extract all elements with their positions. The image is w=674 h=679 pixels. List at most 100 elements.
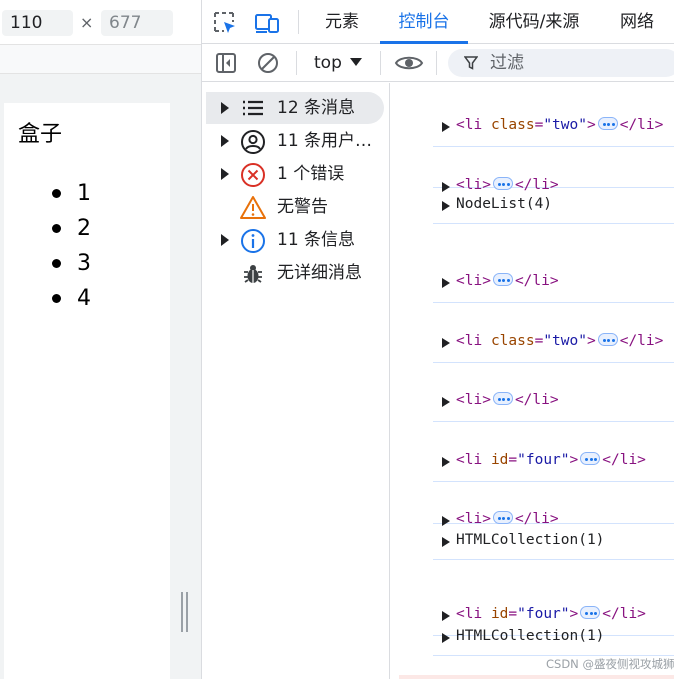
console-entry[interactable]: <li id="four"> </li> <box>433 430 674 482</box>
tag-close-bracket: > <box>586 333 596 349</box>
expand-arrow-icon[interactable] <box>442 278 450 288</box>
tag-open: <li <box>456 273 483 289</box>
console-entry-text: HTMLCollection(1) <box>456 532 605 548</box>
expand-arrow-icon[interactable] <box>221 135 229 147</box>
expand-arrow-icon[interactable] <box>442 457 450 467</box>
sidebar-item[interactable]: 11 条信息 <box>202 224 390 256</box>
sidebar-item-label: 11 条用户… <box>277 131 373 151</box>
tab-sources[interactable]: 源代码/来源 <box>480 0 588 44</box>
toolbar-divider <box>436 51 437 75</box>
console-entry-text: NodeList(4) <box>456 196 553 212</box>
sidebar-toggle-icon[interactable] <box>214 51 238 75</box>
bullet-icon <box>52 259 61 268</box>
sidebar-item[interactable]: 12 条消息 <box>202 92 390 124</box>
console-entry-code: NodeList(4) <box>456 196 552 212</box>
watermark: CSDN @盛夜侧视攻城狮 <box>546 657 674 671</box>
chevron-down-icon <box>350 58 362 66</box>
tag-end: </li> <box>514 392 559 408</box>
console-filter-input[interactable]: 过滤 <box>448 49 674 77</box>
ellipsis-icon[interactable] <box>580 606 601 619</box>
tag-open: <li <box>456 392 483 408</box>
console-entry-code: <li> </li> <box>456 273 559 289</box>
expand-arrow-icon[interactable] <box>442 201 450 211</box>
attribute-value: "two" <box>543 333 587 349</box>
expand-arrow-icon[interactable] <box>221 102 229 114</box>
bug-icon <box>244 265 262 283</box>
filter-placeholder: 过滤 <box>490 53 524 73</box>
expand-arrow-icon[interactable] <box>442 338 450 348</box>
sidebar-item-label: 无警告 <box>277 197 328 217</box>
error-icon <box>241 163 265 187</box>
viewport-height-input[interactable]: 677 <box>101 10 173 36</box>
ellipsis-icon[interactable] <box>597 117 618 130</box>
expand-arrow-icon[interactable] <box>442 397 450 407</box>
sidebar-item[interactable]: 1 个错误 <box>202 158 390 190</box>
sidebar-item-label: 12 条消息 <box>277 98 356 118</box>
console-entry[interactable]: NodeList(4) <box>433 188 674 224</box>
console-entry[interactable]: <li> </li> <box>433 155 674 193</box>
sidebar-item[interactable]: 11 条用户… <box>202 125 390 157</box>
attribute-name: class <box>490 117 535 133</box>
expand-arrow-icon[interactable] <box>221 168 229 180</box>
sidebar-item[interactable]: 无警告 <box>202 191 390 223</box>
ellipsis-icon[interactable] <box>492 273 513 286</box>
console-entry[interactable]: HTMLCollection(1) <box>433 620 674 656</box>
console-entry[interactable]: <li> </li> <box>433 251 674 303</box>
devtools-panel: 元素 控制台 源代码/来源 网络 top 过滤 12 条消息 11 条用户… 1… <box>201 0 674 679</box>
tab-console[interactable]: 控制台 <box>380 0 468 44</box>
console-entry-text: HTMLCollection(1) <box>456 628 605 644</box>
clear-console-icon[interactable] <box>256 51 280 75</box>
viewport-width-input[interactable]: 110 <box>2 10 73 36</box>
tag-end: </li> <box>514 273 559 289</box>
attribute-value: "four" <box>517 452 570 468</box>
console-messages: <li class="two"> </li> <li> </li> NodeList(4… <box>391 83 674 679</box>
device-toolbar-icon[interactable] <box>254 10 280 36</box>
error-message-strip <box>399 675 674 679</box>
list-item-text: 2 <box>77 216 91 241</box>
list-icon <box>243 100 263 116</box>
expand-arrow-icon[interactable] <box>442 633 450 643</box>
console-entry[interactable]: <li> </li> <box>433 370 674 422</box>
console-toolbar: top 过滤 <box>202 44 674 82</box>
console-entry[interactable]: <li class="two"> </li> <box>433 95 674 147</box>
attribute-value: "two" <box>543 117 587 133</box>
expand-arrow-icon[interactable] <box>442 537 450 547</box>
console-entry-code: <li id="four"> </li> <box>456 452 646 468</box>
list-item-text: 1 <box>77 181 91 206</box>
pane-resize-handle[interactable] <box>181 592 189 632</box>
ellipsis-icon[interactable] <box>492 392 513 405</box>
expand-arrow-icon[interactable] <box>221 234 229 246</box>
toolbar-divider <box>380 51 381 75</box>
live-expression-eye-icon[interactable] <box>394 51 424 75</box>
console-entry[interactable]: <li class="two"> </li> <box>433 311 674 363</box>
console-entry-code: HTMLCollection(1) <box>456 628 604 644</box>
tab-network[interactable]: 网络 <box>612 0 662 44</box>
console-entry[interactable]: <li> </li> <box>433 489 674 527</box>
ellipsis-icon[interactable] <box>492 511 513 524</box>
tag-end: </li> <box>619 117 664 133</box>
bullet-icon <box>52 224 61 233</box>
console-entry-code: <li class="two"> </li> <box>456 117 663 133</box>
console-entry[interactable]: HTMLCollection(1) <box>433 524 674 560</box>
sidebar-item[interactable]: 无详细消息 <box>202 257 390 289</box>
console-sidebar: 12 条消息 11 条用户… 1 个错误无警告 11 条信息 无详细消息 <box>202 83 390 679</box>
ellipsis-icon[interactable] <box>597 333 618 346</box>
info-icon <box>241 229 265 253</box>
javascript-context-select[interactable]: top <box>308 49 348 77</box>
tag-open: <li <box>456 452 483 468</box>
devtools-tabbar: 元素 控制台 源代码/来源 网络 <box>202 0 674 44</box>
tab-elements[interactable]: 元素 <box>312 0 372 44</box>
media-query-strip <box>0 44 201 74</box>
sidebar-item-label: 11 条信息 <box>277 230 356 250</box>
inspect-element-icon[interactable] <box>212 10 238 36</box>
sidebar-item-label: 无详细消息 <box>277 263 362 283</box>
bullet-icon <box>52 189 61 198</box>
page-heading: 盒子 <box>18 122 63 147</box>
dimension-times-sign: × <box>80 13 94 32</box>
tag-close-bracket: > <box>482 392 491 408</box>
toolbar-divider <box>296 51 297 75</box>
expand-arrow-icon[interactable] <box>442 122 450 132</box>
toolbar-divider <box>298 10 299 34</box>
page-preview-pane: 110 × 677 盒子 1 2 3 4 <box>0 0 201 679</box>
ellipsis-icon[interactable] <box>580 452 601 465</box>
